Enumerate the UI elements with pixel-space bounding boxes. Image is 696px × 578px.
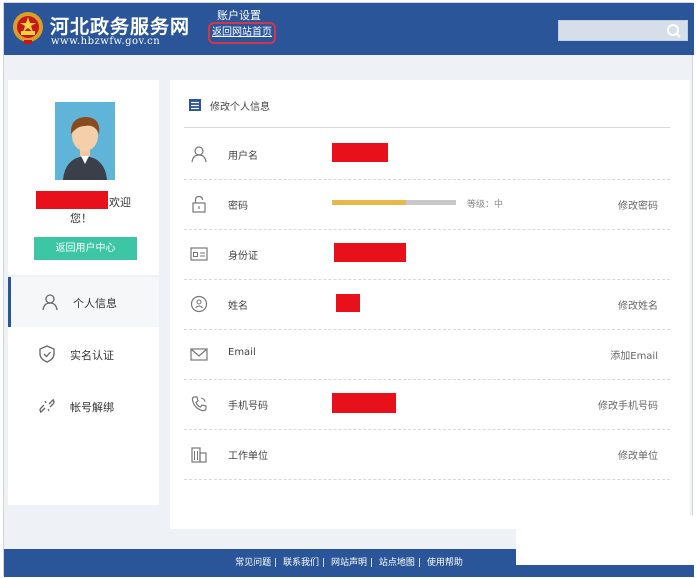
footer-separator: | [322,558,326,568]
welcome-text-line2: 您！ [70,212,92,225]
redacted-value [332,393,396,413]
row-email: Email 添加Email [184,330,670,380]
nav-item-account-unbind[interactable]: 帐号解绑 [8,381,159,431]
side-nav: 个人信息 实名认证 帐号解绑 [8,277,159,505]
footer-separator: | [274,558,278,568]
back-home-link[interactable]: 返回网站首页 [208,22,276,44]
redacted-value [332,143,388,162]
document-icon [189,99,201,111]
nav-item-real-name-auth[interactable]: 实名认证 [8,329,159,379]
change-phone-link[interactable]: 修改手机号码 [598,397,658,412]
mail-icon [190,348,208,361]
row-label: 密码 [228,201,248,212]
user-icon [42,294,58,311]
name-badge-icon [190,295,208,313]
footer-separator: | [370,558,374,568]
password-strength-bar [332,200,456,205]
password-level: 等级：中 [467,200,504,210]
footer-link-contact[interactable]: 联系我们 [283,558,319,568]
footer-link-statement[interactable]: 网站声明 [331,558,367,568]
nav-item-label: 实名认证 [70,349,114,362]
user-icon [191,146,207,163]
row-label: 用户名 [228,151,258,162]
add-email-link[interactable]: 添加Email [610,347,658,362]
account-settings-title: 账户设置 [217,9,261,22]
redacted-username [36,191,108,209]
nav-item-label: 个人信息 [73,297,117,310]
shield-check-icon [39,345,55,363]
personal-info-panel: 修改个人信息 用户名 密码 等级：中 修改密码 身份证 姓名 修改姓名 Emai… [170,80,690,529]
change-password-link[interactable]: 修改密码 [618,197,658,212]
nav-item-personal-info[interactable]: 个人信息 [8,277,159,327]
row-name: 姓名 修改姓名 [184,280,670,330]
nav-item-label: 帐号解绑 [70,401,114,414]
password-strength-fill [332,200,407,205]
redacted-value [334,243,406,262]
row-label: 身份证 [228,251,258,262]
row-work-unit: 工作单位 修改单位 [184,430,670,480]
footer-link-sitemap[interactable]: 站点地图 [379,558,415,568]
row-idcard: 身份证 [184,230,670,280]
phone-icon [191,396,207,412]
building-icon [191,447,207,463]
site-header: 河北政务服务网 www.hbzwfw.gov.cn 账户设置 返回网站首页 [4,3,694,55]
change-name-link[interactable]: 修改姓名 [618,297,658,312]
lock-icon [192,195,206,213]
back-to-user-center-button[interactable]: 返回用户中心 [34,237,137,260]
row-label: Email [228,347,256,358]
divider [184,127,670,128]
row-label: 姓名 [228,301,248,312]
search-icon[interactable] [664,22,684,40]
row-username: 用户名 [184,130,670,180]
panel-title: 修改个人信息 [210,102,270,113]
profile-card: 欢迎 您！ 返回用户中心 [8,80,159,275]
national-emblem-icon [13,12,43,44]
redacted-value [336,294,360,312]
footer-link-faq[interactable]: 常见问题 [235,558,271,568]
row-label: 手机号码 [228,401,268,412]
footer-link-help[interactable]: 使用帮助 [427,558,463,568]
welcome-text: 欢迎 [109,196,131,209]
avatar [55,102,115,180]
id-card-icon [190,247,208,261]
footer-separator: | [417,558,421,568]
site-name: 河北政务服务网 [50,16,191,38]
page-frame: 河北政务服务网 www.hbzwfw.gov.cn 账户设置 返回网站首页 欢迎… [3,2,694,577]
change-work-unit-link[interactable]: 修改单位 [618,447,658,462]
row-label: 工作单位 [228,451,268,462]
unlink-icon [39,399,55,413]
overlay-block [516,515,694,565]
row-password: 密码 等级：中 修改密码 [184,180,670,230]
site-url: www.hbzwfw.gov.cn [51,36,161,47]
row-phone: 手机号码 修改手机号码 [184,380,670,430]
